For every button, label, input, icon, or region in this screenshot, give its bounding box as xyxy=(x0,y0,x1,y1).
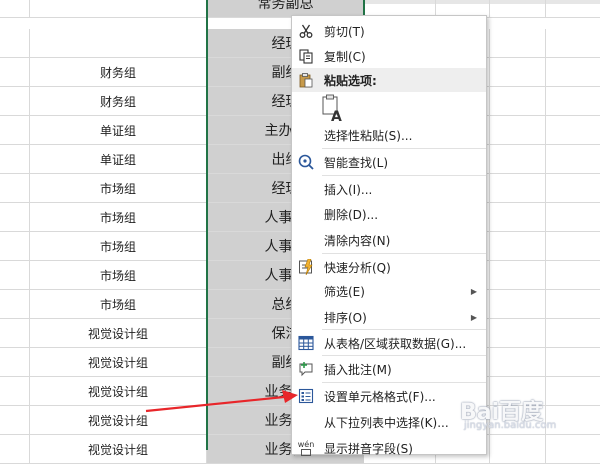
annotation-arrow xyxy=(145,390,298,413)
watermark: Bai百度 jingyan.baidu.com xyxy=(460,394,556,431)
watermark-url: jingyan.baidu.com xyxy=(464,420,557,431)
annotation-arrow-shaft xyxy=(145,395,285,413)
annotation-arrow-head xyxy=(282,390,298,403)
